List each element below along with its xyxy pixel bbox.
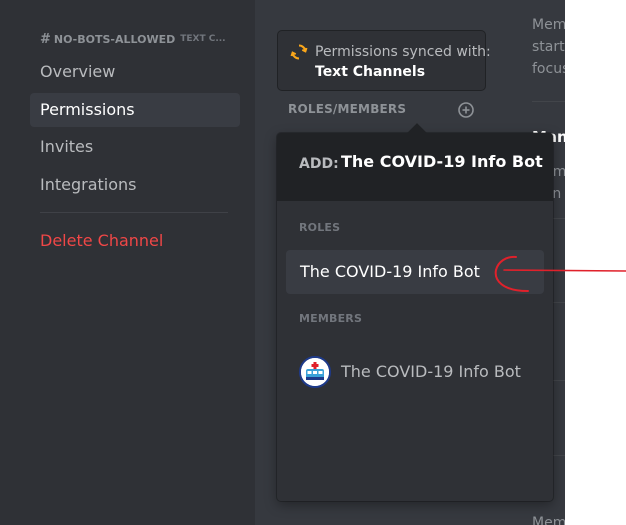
sidebar-item-overview[interactable]: Overview <box>30 55 240 89</box>
description-line: starti <box>532 39 565 55</box>
settings-sidebar: # NO-BOTS-ALLOWED TEXT C... Overview Per… <box>0 0 255 525</box>
permission-description: Mem <box>532 515 565 525</box>
popout-search-header[interactable]: ADD: The COVID-19 Info Bot <box>277 133 553 201</box>
add-role-plus-icon[interactable] <box>457 101 475 119</box>
sidebar-item-integrations[interactable]: Integrations <box>30 168 240 202</box>
roles-members-label: ROLES/MEMBERS <box>288 102 407 116</box>
member-option-label: The COVID-19 Info Bot <box>341 362 521 381</box>
add-role-member-popout: ADD: The COVID-19 Info Bot ROLES The COV… <box>277 123 553 501</box>
sync-target: Text Channels <box>315 64 426 80</box>
hash-icon: # <box>40 31 51 47</box>
member-option[interactable]: The COVID-19 Info Bot <box>286 350 544 394</box>
sidebar-item-invites[interactable]: Invites <box>30 130 240 164</box>
sidebar-item-permissions[interactable]: Permissions <box>30 93 240 127</box>
members-section-label: MEMBERS <box>299 312 363 325</box>
sync-icon <box>290 44 308 60</box>
channel-type: TEXT C... <box>180 34 226 44</box>
annotation-arrow <box>494 255 626 292</box>
delete-channel-button[interactable]: Delete Channel <box>30 224 240 258</box>
sidebar-divider <box>40 212 228 213</box>
add-prefix-label: ADD: <box>299 156 339 172</box>
description-line: focus <box>532 61 565 77</box>
channel-header: # NO-BOTS-ALLOWED TEXT C... <box>40 31 226 47</box>
sync-label: Permissions synced with: <box>315 44 491 60</box>
bot-avatar-icon <box>299 356 331 388</box>
description-line: Mem <box>532 17 565 33</box>
channel-name: NO-BOTS-ALLOWED <box>53 32 176 46</box>
roles-section-label: ROLES <box>299 221 341 234</box>
add-search-input[interactable]: The COVID-19 Info Bot <box>341 152 543 171</box>
role-option-label: The COVID-19 Info Bot <box>300 262 480 281</box>
sync-status-box: Permissions synced with: Text Channels <box>277 30 491 91</box>
divider <box>532 101 565 102</box>
